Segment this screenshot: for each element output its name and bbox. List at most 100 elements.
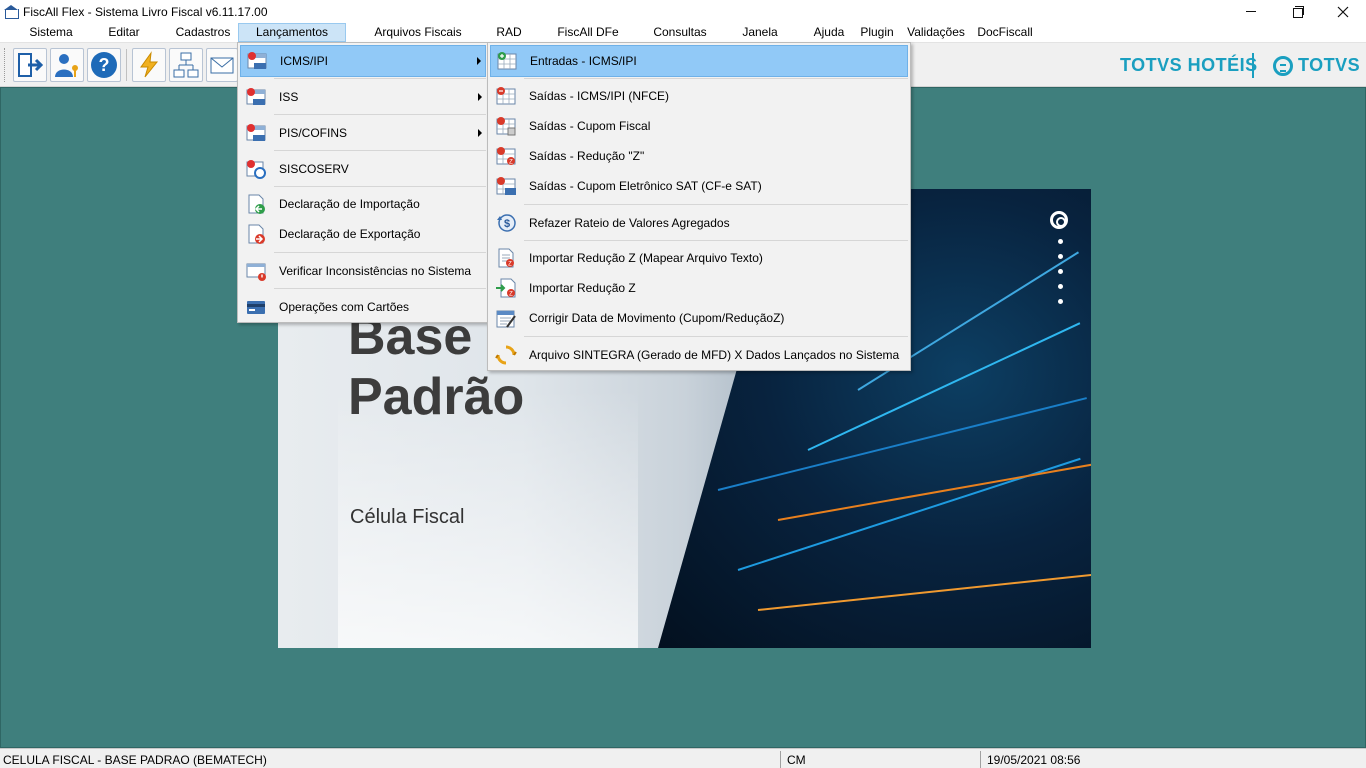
svg-text:$: $	[504, 218, 510, 230]
menuitem-declaracao-importacao[interactable]: Declaração de Importação	[240, 189, 486, 219]
import-z-icon: Z	[496, 278, 516, 298]
exits-sat-icon	[496, 177, 516, 195]
submenu-saidas-nfce[interactable]: Saídas - ICMS/IPI (NFCE)	[490, 81, 908, 111]
submenu-importar-reducao-z[interactable]: Z Importar Redução Z	[490, 273, 908, 303]
sintegra-icon	[495, 345, 517, 365]
splash-logo-icon	[1050, 211, 1068, 229]
menuitem-icms-ipi[interactable]: ICMS/IPI	[240, 45, 486, 77]
menu-docfiscall[interactable]: DocFiscall	[974, 23, 1036, 42]
icms-ipi-icon	[247, 52, 267, 69]
close-button[interactable]	[1320, 0, 1366, 23]
import-declaration-icon	[248, 194, 265, 214]
entries-icon	[497, 52, 517, 70]
iss-icon	[246, 88, 266, 105]
menu-separator	[274, 114, 486, 115]
menuitem-verificar-inconsistencias[interactable]: Verificar Inconsistências no Sistema	[240, 255, 486, 287]
svg-text:?: ?	[99, 55, 110, 75]
menu-ajuda[interactable]: Ajuda	[808, 23, 850, 42]
status-datetime: 19/05/2021 08:56	[987, 753, 1081, 767]
submenu-label: Corrigir Data de Movimento (Cupom/Reduçã…	[529, 311, 785, 325]
title-bar: FiscAll Flex - Sistema Livro Fiscal v6.1…	[0, 0, 1366, 23]
submenu-saidas-sat[interactable]: Saídas - Cupom Eletrônico SAT (CF-e SAT)	[490, 171, 908, 201]
submenu-corrigir-data[interactable]: Corrigir Data de Movimento (Cupom/Reduçã…	[490, 303, 908, 333]
fix-date-icon	[496, 310, 516, 328]
menu-separator	[274, 150, 486, 151]
submenu-label: Importar Redução Z	[529, 281, 636, 295]
submenu-label: Arquivo SINTEGRA (Gerado de MFD) X Dados…	[529, 348, 900, 362]
menuitem-operacoes-cartoes[interactable]: Operações com Cartões	[240, 291, 486, 323]
submenu-label: Saídas - ICMS/IPI (NFCE)	[529, 89, 670, 103]
menu-arquivos-fiscais[interactable]: Arquivos Fiscais	[368, 23, 468, 42]
menuitem-siscoserv[interactable]: SISCOSERV	[240, 153, 486, 185]
help-button[interactable]: ?	[87, 48, 121, 82]
exits-coupon-icon	[496, 117, 516, 136]
menu-lancamentos[interactable]: Lançamentos	[238, 23, 346, 42]
card-icon	[247, 301, 265, 314]
menuitem-label: ICMS/IPI	[280, 54, 329, 68]
submenu-importar-reducao-z-texto[interactable]: Z Importar Redução Z (Mapear Arquivo Tex…	[490, 243, 908, 273]
menu-separator	[524, 336, 908, 337]
submenu-arquivo-sintegra[interactable]: Arquivo SINTEGRA (Gerado de MFD) X Dados…	[490, 339, 908, 371]
splash-title-line2: Padrão	[348, 368, 525, 426]
submenu-entradas-icms-ipi[interactable]: Entradas - ICMS/IPI	[490, 45, 908, 77]
svg-text:Z: Z	[509, 292, 513, 298]
menu-validacoes[interactable]: Validações	[904, 23, 968, 42]
menu-separator	[524, 240, 908, 241]
submenu-label: Saídas - Cupom Eletrônico SAT (CF-e SAT)	[529, 179, 762, 193]
menu-sistema[interactable]: Sistema	[22, 23, 80, 42]
menu-janela[interactable]: Janela	[736, 23, 784, 42]
network-button[interactable]	[169, 48, 203, 82]
app-icon	[4, 4, 19, 19]
inconsistency-icon	[246, 263, 266, 281]
user-key-icon	[55, 54, 78, 77]
mail-button[interactable]	[206, 48, 238, 82]
close-icon	[1337, 6, 1349, 17]
help-icon: ?	[91, 52, 117, 78]
menu-fiscall-dfe[interactable]: FiscAll DFe	[550, 23, 626, 42]
lightning-button[interactable]	[132, 48, 166, 82]
toolbar-separator	[126, 49, 127, 81]
menuitem-label: Operações com Cartões	[279, 300, 410, 314]
menuitem-label: Declaração de Importação	[279, 197, 420, 211]
exit-button[interactable]	[13, 48, 47, 82]
submenu-label: Refazer Rateio de Valores Agregados	[529, 216, 730, 230]
status-bar: CELULA FISCAL - BASE PADRAO (BEMATECH) C…	[0, 748, 1366, 768]
minimize-button[interactable]	[1228, 0, 1274, 23]
redo-apportionment-icon: $	[497, 214, 516, 232]
menuitem-label: SISCOSERV	[279, 162, 349, 176]
menu-plugin[interactable]: Plugin	[856, 23, 898, 42]
window-controls	[1228, 0, 1366, 23]
window-title: FiscAll Flex - Sistema Livro Fiscal v6.1…	[23, 4, 268, 19]
menuitem-declaracao-exportacao[interactable]: Declaração de Exportação	[240, 219, 486, 249]
submenu-label: Saídas - Cupom Fiscal	[529, 119, 651, 133]
siscoserv-icon	[246, 160, 266, 179]
submenu-arrow-icon	[478, 129, 482, 137]
submenu-saidas-cupom-fiscal[interactable]: Saídas - Cupom Fiscal	[490, 111, 908, 141]
user-key-button[interactable]	[50, 48, 84, 82]
mail-icon	[210, 57, 234, 74]
status-divider	[780, 751, 781, 768]
menu-consultas[interactable]: Consultas	[646, 23, 714, 42]
pis-cofins-icon	[246, 124, 266, 141]
menu-separator	[524, 78, 908, 79]
toolbar-grip[interactable]	[4, 48, 7, 82]
menu-rad[interactable]: RAD	[490, 23, 528, 42]
submenu-saidas-reducao-z[interactable]: Z Saídas - Redução "Z"	[490, 141, 908, 171]
svg-text:Z: Z	[509, 160, 513, 166]
splash-dots	[1058, 239, 1064, 314]
submenu-refazer-rateio[interactable]: $ Refazer Rateio de Valores Agregados	[490, 207, 908, 239]
exits-reduction-z-icon: Z	[496, 147, 516, 166]
menu-cadastros[interactable]: Cadastros	[170, 23, 236, 42]
exit-icon	[18, 53, 44, 77]
menuitem-pis-cofins[interactable]: PIS/COFINS	[240, 117, 486, 149]
menuitem-label: Declaração de Exportação	[279, 227, 421, 241]
menu-separator	[274, 288, 486, 289]
menuitem-iss[interactable]: ISS	[240, 81, 486, 113]
restore-button[interactable]	[1274, 0, 1320, 23]
light-streak	[757, 573, 1091, 611]
totvs-logo-icon	[1273, 56, 1293, 76]
light-streak	[777, 463, 1091, 521]
status-code: CM	[787, 753, 806, 767]
status-company: CELULA FISCAL - BASE PADRAO (BEMATECH)	[3, 753, 267, 767]
menu-editar[interactable]: Editar	[100, 23, 148, 42]
